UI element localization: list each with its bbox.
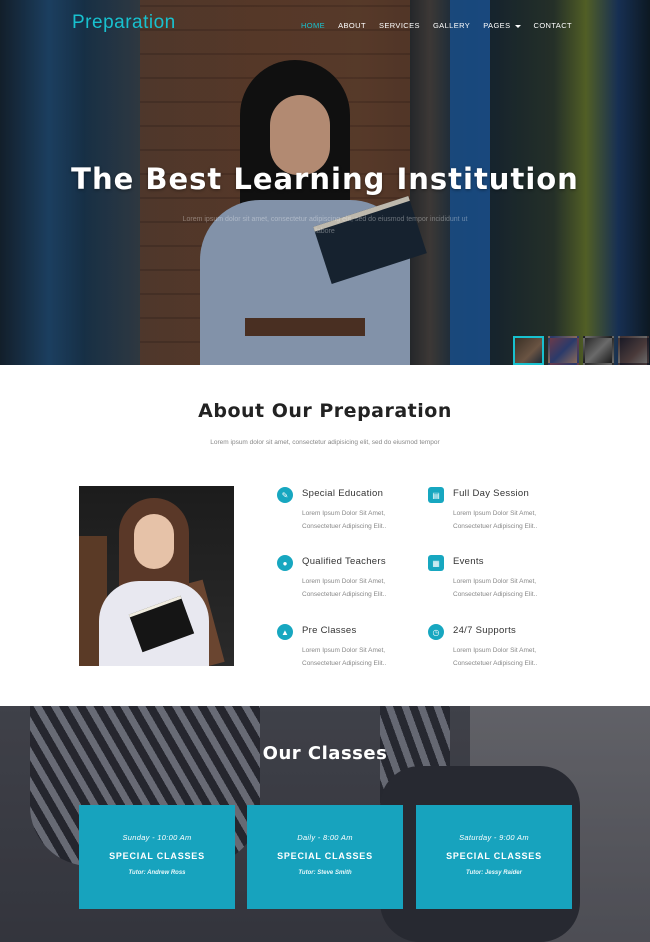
menu-item-home[interactable]: HOME: [301, 21, 325, 30]
hero-banner: Preparation HOME ABOUT SERVICES GALLERY …: [0, 0, 650, 365]
class-time: Saturday - 9:00 Am: [459, 833, 529, 842]
feature-text-line: Lorem Ipsum Dolor Sit Amet,: [302, 647, 386, 654]
feature-text-line: Lorem Ipsum Dolor Sit Amet,: [302, 578, 386, 585]
slider-thumbnails: [513, 336, 649, 365]
top-navigation: Preparation HOME ABOUT SERVICES GALLERY …: [0, 0, 650, 50]
class-tutor: Tutor: Andrew Ross: [128, 870, 186, 876]
feature-title: Events: [453, 556, 484, 567]
class-card[interactable]: Sunday - 10:00 Am SPECIAL CLASSES Tutor:…: [79, 805, 235, 909]
hero-title: The Best Learning Institution: [71, 162, 579, 196]
feature-text-line: Lorem Ipsum Dolor Sit Amet,: [453, 647, 537, 654]
feature-text-line: Consectetuer Adipiscing Elit..: [453, 591, 538, 598]
main-menu: HOME ABOUT SERVICES GALLERY PAGES CONTAC…: [288, 21, 572, 30]
feature-text-line: Lorem Ipsum Dolor Sit Amet,: [453, 510, 537, 517]
calendar-icon: ▦: [428, 555, 444, 571]
pencil-icon: ✎: [277, 487, 293, 503]
class-tutor: Tutor: Steve Smith: [298, 870, 352, 876]
feature-text-line: Consectetuer Adipiscing Elit..: [453, 660, 538, 667]
feature-text-line: Lorem Ipsum Dolor Sit Amet,: [453, 578, 537, 585]
menu-item-pages[interactable]: PAGES: [483, 21, 521, 30]
menu-item-contact[interactable]: CONTACT: [534, 21, 573, 30]
feature-text-line: Consectetuer Adipiscing Elit..: [302, 591, 387, 598]
class-time: Daily - 8:00 Am: [297, 833, 353, 842]
clock-icon: ◷: [428, 624, 444, 640]
menu-item-services[interactable]: SERVICES: [379, 21, 420, 30]
slide-thumbnail-1[interactable]: [513, 336, 544, 365]
about-title: About Our Preparation: [198, 400, 452, 422]
user-icon: ●: [277, 555, 293, 571]
feature-text-line: Consectetuer Adipiscing Elit..: [302, 660, 387, 667]
site-logo[interactable]: Preparation: [72, 12, 176, 34]
graduation-icon: ▲: [277, 624, 293, 640]
about-subtitle: Lorem ipsum dolor sit amet, consectetur …: [210, 439, 440, 446]
feature-text: Lorem Ipsum Dolor Sit Amet, Consectetuer …: [453, 575, 578, 601]
feature-text: Lorem Ipsum Dolor Sit Amet, Consectetuer …: [302, 507, 427, 533]
feature-title: Pre Classes: [302, 625, 357, 636]
class-name: SPECIAL CLASSES: [446, 851, 542, 861]
slide-thumbnail-4[interactable]: [618, 336, 649, 365]
feature-text-line: Consectetuer Adipiscing Elit..: [302, 523, 387, 530]
class-name: SPECIAL CLASSES: [109, 851, 205, 861]
feature-text-line: Consectetuer Adipiscing Elit..: [453, 523, 538, 530]
classes-section: Our Classes Sunday - 10:00 Am SPECIAL CL…: [0, 706, 650, 942]
feature-title: Full Day Session: [453, 488, 530, 499]
feature-title: 24/7 Supports: [453, 625, 517, 636]
feature-text-line: Lorem Ipsum Dolor Sit Amet,: [302, 510, 386, 517]
feature-text: Lorem Ipsum Dolor Sit Amet, Consectetuer …: [453, 644, 578, 670]
menu-item-about[interactable]: ABOUT: [338, 21, 366, 30]
caret-down-icon: [514, 24, 521, 28]
class-time: Sunday - 10:00 Am: [122, 833, 192, 842]
class-card[interactable]: Saturday - 9:00 Am SPECIAL CLASSES Tutor…: [416, 805, 572, 909]
book-icon: ▤: [428, 487, 444, 503]
slide-thumbnail-3[interactable]: [583, 336, 614, 365]
feature-title: Qualified Teachers: [302, 556, 386, 567]
feature-text: Lorem Ipsum Dolor Sit Amet, Consectetuer …: [302, 575, 427, 601]
feature-title: Special Education: [302, 488, 384, 499]
student-photo: [79, 486, 234, 666]
menu-item-gallery[interactable]: GALLERY: [433, 21, 470, 30]
class-name: SPECIAL CLASSES: [277, 851, 373, 861]
feature-text: Lorem Ipsum Dolor Sit Amet, Consectetuer …: [302, 644, 427, 670]
class-tutor: Tutor: Jessy Raider: [466, 870, 522, 876]
class-card[interactable]: Daily - 8:00 Am SPECIAL CLASSES Tutor: S…: [247, 805, 403, 909]
slide-thumbnail-2[interactable]: [548, 336, 579, 365]
feature-text: Lorem Ipsum Dolor Sit Amet, Consectetuer …: [453, 507, 578, 533]
menu-item-pages-label: PAGES: [483, 21, 511, 30]
hero-subtitle: Lorem ipsum dolor sit amet, consectetur …: [182, 216, 468, 235]
classes-title: Our Classes: [262, 743, 388, 764]
